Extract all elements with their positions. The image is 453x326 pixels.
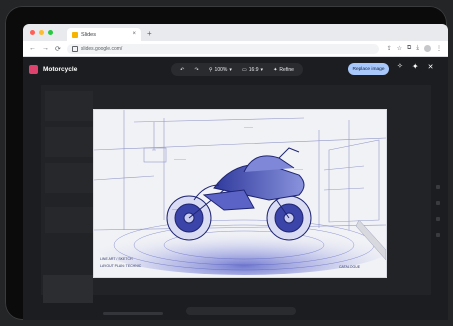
refine-label: Refine — [279, 66, 294, 73]
tab-close-icon[interactable]: × — [132, 31, 136, 37]
svg-text:————: ———— — [172, 207, 184, 211]
magic-wand-icon: ✦ — [273, 66, 278, 73]
browser-tab-slides[interactable]: Slides × — [67, 28, 141, 41]
sparkle-small-icon[interactable]: ✧ — [397, 62, 403, 71]
profile-avatar[interactable] — [424, 45, 431, 52]
new-tab-button[interactable]: + — [147, 29, 152, 38]
background-thumbnail — [45, 207, 93, 233]
address-input[interactable]: slides.google.com/ — [66, 43, 379, 54]
image-toolbar: ↶ ↷ ⚲ 100% ▾ ▭ 16:9 ▾ ✦ Refine — [171, 63, 303, 76]
background-thumbnail — [45, 163, 93, 193]
browser-tab-bar: Slides × + — [23, 24, 448, 41]
sketch-corner-note: CATALOGUE — [339, 265, 361, 269]
window-controls — [30, 30, 53, 35]
nav-buttons: ← → ⟳ — [29, 45, 61, 53]
slides-favicon-icon — [72, 31, 78, 38]
background-side-icons — [436, 185, 440, 237]
zoom-control[interactable]: ⚲ 100% ▾ — [209, 67, 232, 73]
tablet-screen: Slides × + ← → ⟳ slides.google.com/ ⇪ ☆ … — [23, 24, 448, 320]
redo-icon[interactable]: ↷ — [194, 67, 198, 73]
top-right-actions: ✧ ✦ ✕ — [397, 62, 433, 71]
app-logo-icon — [29, 65, 38, 74]
undo-icon[interactable]: ↶ — [180, 67, 184, 73]
browser-menu-icon[interactable]: ⋮ — [436, 45, 442, 52]
tablet-device-frame: Slides × + ← → ⟳ slides.google.com/ ⇪ ☆ … — [5, 6, 448, 320]
motorcycle-sketch-illustration: ——— ———— ——— ———— LINE ART / SKETCH LAYO… — [94, 110, 386, 277]
side-icon — [436, 201, 440, 205]
star-icon[interactable]: ☆ — [397, 45, 402, 52]
background-text-line — [103, 312, 163, 315]
svg-text:———: ——— — [244, 125, 253, 129]
svg-text:———: ——— — [294, 167, 303, 171]
share-icon[interactable]: ⇪ — [387, 45, 392, 52]
extensions-icon[interactable]: ⧉ — [407, 45, 411, 52]
generated-image-preview[interactable]: ——— ———— ——— ———— LINE ART / SKETCH LAYO… — [93, 109, 387, 278]
browser-url-bar: ← → ⟳ slides.google.com/ ⇪ ☆ ⧉ ⤓ ⋮ — [23, 41, 448, 57]
background-bar — [186, 307, 296, 315]
reload-icon[interactable]: ⟳ — [55, 45, 61, 53]
background-thumbnail — [45, 91, 93, 121]
tab-title: Slides — [81, 31, 96, 38]
side-icon — [436, 185, 440, 189]
svg-text:————: ———— — [174, 157, 186, 161]
sketch-caption-2: LAYOUT PLAN: TECHNIC — [100, 264, 142, 268]
minimize-window-button[interactable] — [39, 30, 44, 35]
document-title[interactable]: Motorcycle — [43, 66, 77, 73]
close-icon[interactable]: ✕ — [428, 63, 434, 71]
forward-arrow-icon[interactable]: → — [42, 45, 49, 53]
url-text: slides.google.com/ — [80, 45, 123, 52]
back-arrow-icon[interactable]: ← — [29, 45, 36, 53]
lock-icon — [71, 45, 78, 52]
side-icon — [436, 217, 440, 221]
background-thumbnail — [43, 275, 93, 303]
background-thumbnail — [45, 127, 93, 157]
sparkle-icon[interactable]: ✦ — [412, 62, 419, 71]
chevron-down-icon: ▾ — [260, 66, 264, 73]
refine-button[interactable]: ✦ Refine — [273, 67, 294, 73]
aspect-ratio-icon: ▭ — [242, 66, 247, 73]
zoom-level: 100% — [214, 66, 228, 73]
chevron-down-icon: ▾ — [229, 66, 232, 73]
maximize-window-button[interactable] — [48, 30, 53, 35]
download-icon[interactable]: ⤓ — [416, 45, 419, 52]
sketch-caption-1: LINE ART / SKETCH — [100, 257, 133, 261]
aspect-ratio-value: 16:9 — [248, 66, 259, 73]
browser-action-buttons: ⇪ ☆ ⧉ ⤓ ⋮ — [387, 45, 442, 52]
aspect-ratio-control[interactable]: ▭ 16:9 ▾ — [242, 67, 263, 73]
zoom-icon: ⚲ — [208, 66, 213, 73]
side-icon — [436, 233, 440, 237]
replace-image-button[interactable]: Replace image — [348, 63, 389, 75]
image-editor-view: Motorcycle ↶ ↷ ⚲ 100% ▾ ▭ 16:9 ▾ ✦ Refin… — [23, 57, 448, 320]
close-window-button[interactable] — [30, 30, 35, 35]
